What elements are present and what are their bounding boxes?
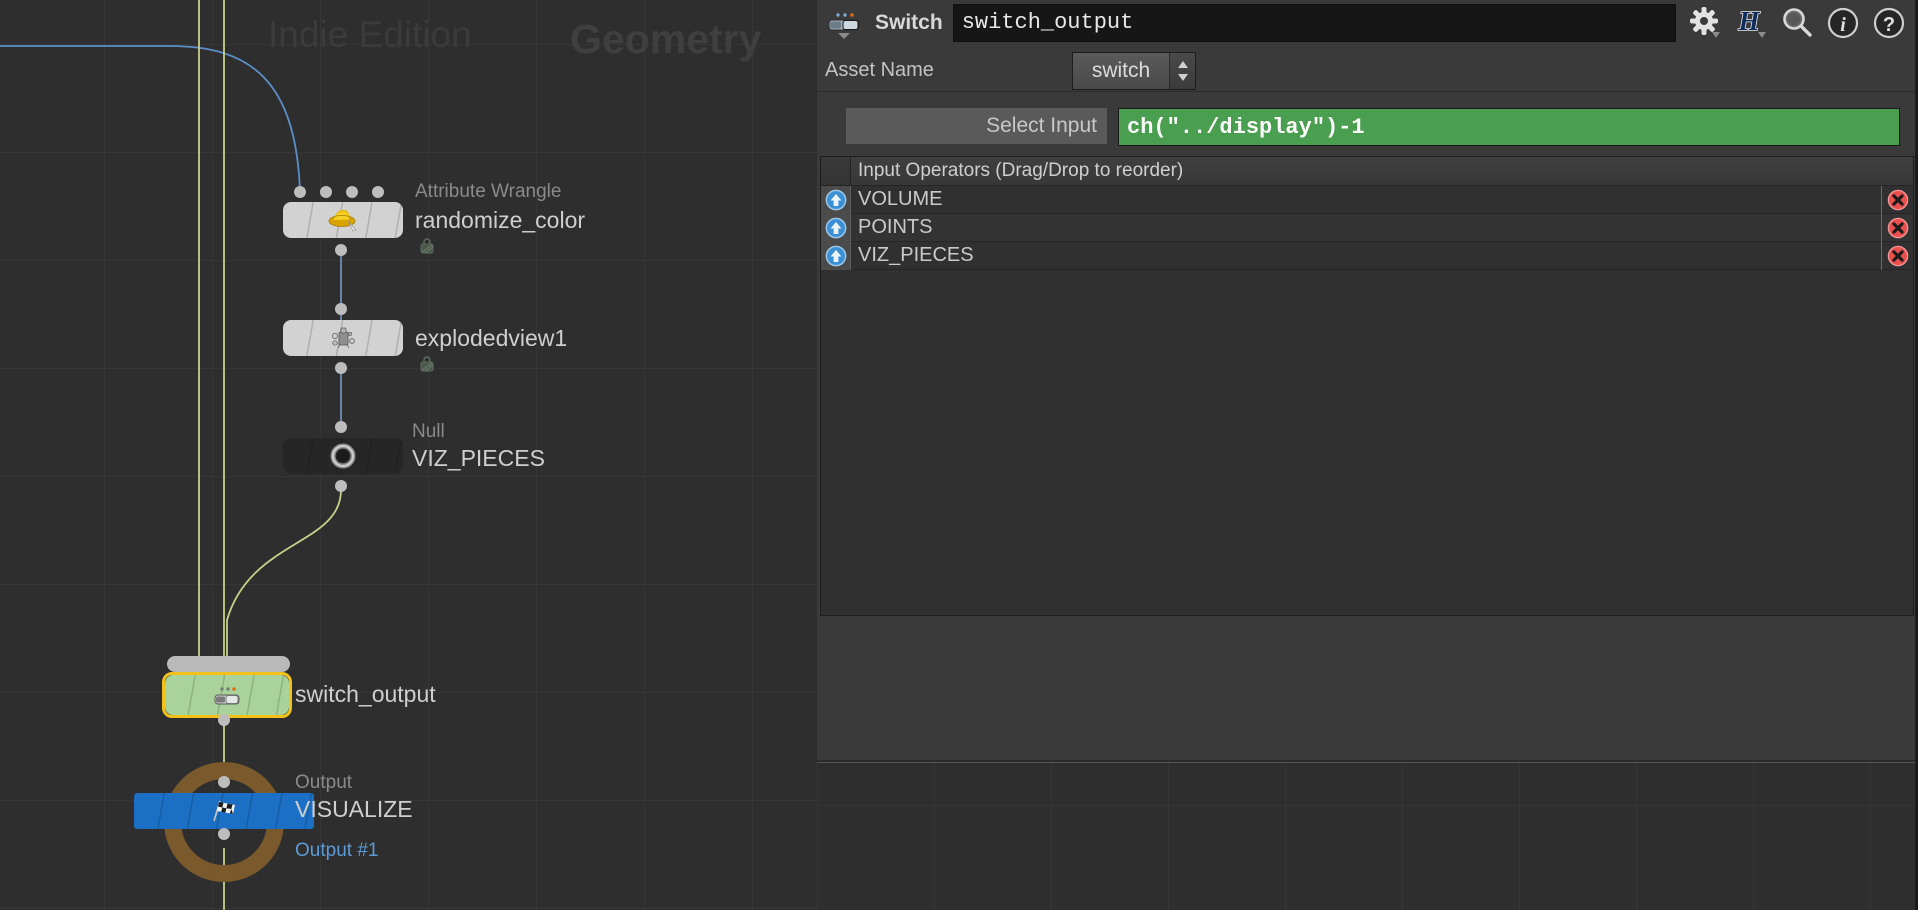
asset-name-row: Asset Name switch <box>817 50 1918 92</box>
node-name-label: explodedview1 <box>415 325 568 351</box>
houdini-window: Indie Edition Geometry Attribute Wrangle… <box>0 0 1918 910</box>
lock-flag-icon[interactable] <box>418 356 436 372</box>
node-body[interactable] <box>134 793 314 829</box>
node-name-label: randomize_color <box>415 207 586 233</box>
node-output-port[interactable] <box>218 714 230 726</box>
explodedview-icon <box>326 325 360 351</box>
node-multi-input-bar[interactable] <box>167 656 290 672</box>
svg-text:i: i <box>1840 14 1846 36</box>
input-operators-header: Input Operators (Drag/Drop to reorder) <box>821 157 1913 186</box>
network-context-watermark: Geometry <box>570 16 762 62</box>
asset-name-label: Asset Name <box>825 59 934 81</box>
node-body[interactable] <box>165 675 289 715</box>
gear-icon[interactable] <box>1686 4 1724 42</box>
houdini-h-icon[interactable]: H <box>1732 4 1770 42</box>
network-grid <box>0 0 817 910</box>
select-input-row: Select Input ch("../display")-1 <box>817 108 1918 148</box>
lock-flag-icon[interactable] <box>418 238 436 254</box>
parameter-pane-header: Switch switch_output H i ? <box>817 0 1918 46</box>
null-ring-icon <box>326 443 360 469</box>
delete-x-icon[interactable] <box>1881 186 1913 214</box>
switch-icon <box>210 682 244 708</box>
updown-spinner-icon[interactable] <box>1169 53 1195 89</box>
up-arrow-icon[interactable] <box>821 185 851 214</box>
node-input-port[interactable] <box>335 421 347 433</box>
node-input-port[interactable] <box>320 186 332 198</box>
input-operator-name: VOLUME <box>858 188 943 210</box>
input-operator-name: POINTS <box>858 216 933 238</box>
vex-wrangle-hat-icon <box>326 207 360 233</box>
node-output-index-label: Output #1 <box>295 840 379 861</box>
node-type-label: Output <box>295 772 353 793</box>
asset-name-value: switch <box>1091 59 1151 82</box>
node-type-label: Null <box>412 421 445 442</box>
node-output-port[interactable] <box>218 828 230 840</box>
table-row[interactable]: VIZ_PIECES <box>821 241 1913 270</box>
delete-x-icon[interactable] <box>1881 242 1913 270</box>
input-operators-header-label: Input Operators (Drag/Drop to reorder) <box>858 160 1184 181</box>
input-operator-name: VIZ_PIECES <box>858 244 974 266</box>
lower-panel-grid <box>817 762 1918 910</box>
node-output-port[interactable] <box>335 480 347 492</box>
node-name-input[interactable]: switch_output <box>952 4 1676 42</box>
svg-text:H: H <box>1737 6 1760 36</box>
node-input-port[interactable] <box>346 186 358 198</box>
checkered-flag-icon <box>207 798 241 824</box>
node-input-port[interactable] <box>372 186 384 198</box>
indie-edition-watermark: Indie Edition <box>268 14 472 55</box>
node-name-label: VIZ_PIECES <box>412 445 545 471</box>
node-name-label: VISUALIZE <box>295 796 413 822</box>
node-input-port[interactable] <box>335 303 347 315</box>
up-arrow-icon[interactable] <box>821 241 851 270</box>
info-icon[interactable]: i <box>1824 4 1862 42</box>
node-name-label: switch_output <box>295 681 436 707</box>
delete-x-icon[interactable] <box>1881 214 1913 242</box>
network-editor[interactable]: Indie Edition Geometry Attribute Wrangle… <box>0 0 817 910</box>
up-arrow-icon[interactable] <box>821 213 851 242</box>
reorder-column-header <box>821 157 851 185</box>
node-input-port[interactable] <box>294 186 306 198</box>
asset-name-dropdown[interactable]: switch <box>1072 52 1196 90</box>
node-type-label: Attribute Wrangle <box>415 181 562 202</box>
table-row[interactable]: VOLUME <box>821 185 1913 214</box>
node-output-port[interactable] <box>335 244 347 256</box>
node-input-port[interactable] <box>218 776 230 788</box>
table-row[interactable]: POINTS <box>821 213 1913 242</box>
node-body[interactable] <box>283 438 403 474</box>
header-icon-group: H i ? <box>1676 4 1918 42</box>
node-type-title: Switch <box>875 11 943 34</box>
help-icon[interactable]: ? <box>1870 4 1908 42</box>
input-expression-field[interactable]: ch("../display")-1 <box>1118 108 1900 146</box>
switch-node-icon[interactable] <box>823 10 867 39</box>
search-icon[interactable] <box>1778 4 1816 42</box>
node-body[interactable] <box>283 202 403 238</box>
input-operators-list[interactable]: Input Operators (Drag/Drop to reorder) V… <box>820 156 1914 616</box>
select-input-button[interactable]: Select Input <box>846 108 1107 144</box>
parameter-pane: Switch switch_output H i ? Asset Name sw… <box>817 0 1918 760</box>
svg-text:?: ? <box>1883 14 1895 36</box>
node-body[interactable] <box>283 320 403 356</box>
node-output-port[interactable] <box>335 362 347 374</box>
